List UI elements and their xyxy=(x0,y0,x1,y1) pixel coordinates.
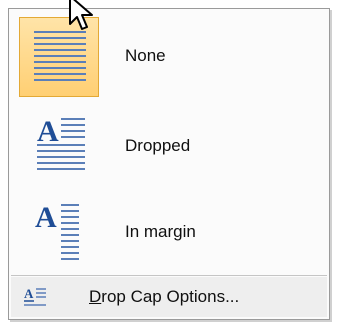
menu-item-none[interactable]: None xyxy=(11,13,327,99)
menu-separator xyxy=(11,275,327,276)
svg-text:A: A xyxy=(37,115,59,148)
menu-item-dropped[interactable]: A Dropped xyxy=(11,103,327,189)
drop-cap-none-icon xyxy=(19,17,99,97)
ribbon-edge xyxy=(0,0,342,8)
drop-cap-options-icon: A xyxy=(23,285,47,309)
svg-text:A: A xyxy=(24,286,34,301)
drop-cap-dropped-icon: A xyxy=(19,107,99,187)
menu-item-label: Dropped xyxy=(125,136,191,155)
drop-cap-options-label-rest: rop Cap Options... xyxy=(101,287,240,306)
stage: None A Dropped A In margin A Drop Cap Op… xyxy=(0,0,342,326)
svg-text:A: A xyxy=(35,201,57,234)
menu-item-label: None xyxy=(125,46,166,65)
drop-cap-dropdown-menu: None A Dropped A In margin A Drop Cap Op… xyxy=(8,8,330,320)
drop-cap-in-margin-icon: A xyxy=(19,193,99,273)
drop-cap-options-button[interactable]: A Drop Cap Options... xyxy=(11,277,327,317)
menu-item-label: In margin xyxy=(125,222,196,241)
menu-item-in-margin[interactable]: A In margin xyxy=(11,189,327,275)
drop-cap-options-label: Drop Cap Options... xyxy=(89,277,239,317)
mnemonic-letter: D xyxy=(89,287,102,306)
